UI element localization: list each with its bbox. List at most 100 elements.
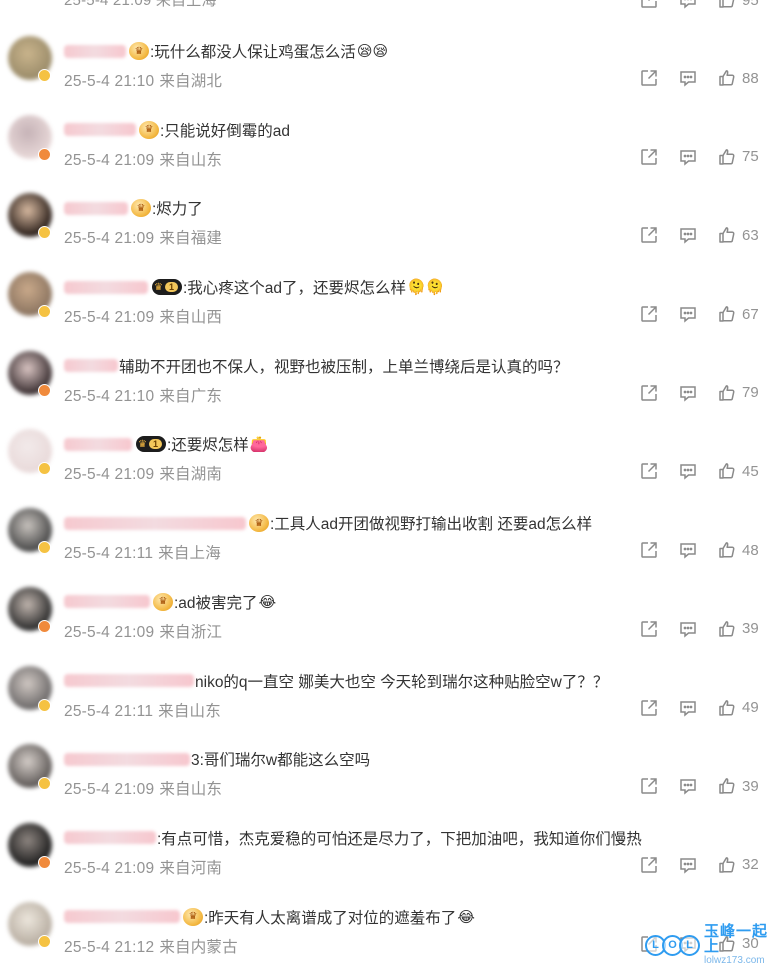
share-icon[interactable] — [640, 226, 658, 244]
like-count: 49 — [742, 699, 759, 716]
username-blurred[interactable] — [64, 595, 150, 609]
like-icon[interactable] — [718, 620, 736, 638]
share-icon[interactable] — [640, 699, 658, 717]
share-icon[interactable] — [640, 305, 658, 323]
username-blurred[interactable] — [64, 437, 132, 451]
comment-meta: 25-5-4 21:09 来自山东 — [64, 777, 222, 799]
comment-location: 来自上海 — [158, 545, 221, 563]
comment-meta: 25-5-4 21:12 来自内蒙古 — [64, 935, 238, 957]
vip-crown-icon: ♛ — [131, 199, 151, 218]
verified-badge-icon — [38, 383, 51, 397]
like-count: 63 — [742, 226, 759, 244]
username-blurred[interactable] — [64, 201, 128, 215]
comment-text: :烬力了 — [152, 201, 203, 219]
like-icon[interactable] — [718, 462, 736, 480]
username-blurred[interactable] — [64, 752, 190, 766]
comment-location: 来自山西 — [159, 309, 223, 327]
vip-crown-icon: ♛ — [183, 907, 203, 926]
comment-line: ♛ 1:还要烬怎样 👛 — [64, 432, 268, 456]
username-blurred[interactable] — [64, 123, 136, 137]
comment-location: 来自浙江 — [159, 623, 223, 641]
comment-icon[interactable] — [679, 384, 697, 402]
comment-time: 25-5-4 21:09 — [64, 781, 155, 799]
comment-icon[interactable] — [679, 620, 697, 638]
previous-comment-partial: 25-5-4 21:09 来自上海 95 — [0, 0, 781, 14]
like-icon[interactable] — [718, 856, 736, 874]
comment-icon[interactable] — [679, 777, 697, 795]
comment-item: 3:哥们瑞尔w都能这么空吗 25-5-4 21:09 来自山东 39 — [0, 741, 781, 820]
like-icon[interactable] — [718, 384, 736, 402]
comment-icon[interactable] — [679, 462, 697, 481]
comment-icon[interactable] — [679, 856, 697, 874]
like-icon[interactable] — [718, 305, 736, 323]
verified-badge-icon — [38, 305, 51, 319]
comment-location: 来自广东 — [159, 387, 223, 405]
comment-icon[interactable] — [679, 226, 697, 245]
comment-time: 25-5-4 21:09 — [64, 151, 155, 169]
comment-icon[interactable] — [679, 0, 697, 9]
comment-icon[interactable] — [679, 69, 697, 87]
comment-actions: 48 — [640, 541, 759, 559]
username-blurred[interactable] — [64, 280, 148, 294]
share-icon[interactable] — [640, 620, 658, 638]
share-icon[interactable] — [640, 69, 658, 87]
comment-time: 25-5-4 21:10 — [64, 73, 155, 90]
comment-time: 25-5-4 21:09 — [64, 466, 155, 484]
share-icon[interactable] — [640, 384, 658, 402]
like-count: 32 — [742, 856, 759, 874]
like-icon[interactable] — [718, 541, 736, 559]
share-icon[interactable] — [640, 856, 658, 874]
like-icon[interactable] — [718, 777, 736, 795]
comment-meta: 25-5-4 21:09 来自浙江 — [64, 620, 222, 642]
comment-actions: 88 — [640, 69, 759, 87]
vip-crown-icon: ♛ — [139, 120, 159, 139]
comment-location: 来自山东 — [159, 781, 223, 799]
username-blurred[interactable] — [64, 910, 180, 924]
verified-badge-icon — [38, 777, 51, 791]
verified-badge-icon — [38, 226, 51, 240]
comment-actions: 63 — [640, 226, 759, 245]
comment-location: 来自内蒙古 — [159, 938, 238, 956]
username-blurred[interactable] — [64, 44, 126, 58]
share-icon[interactable] — [640, 0, 658, 9]
comment-meta: 25-5-4 21:09 来自山西 — [64, 305, 222, 327]
watermark-url: lolwz173.com — [704, 955, 765, 966]
username-blurred[interactable] — [64, 674, 194, 687]
comment-line: niko的q一直空 娜美大也空 今天轮到瑞尔这种贴脸空w了？？ — [64, 669, 608, 693]
comment-icon[interactable] — [679, 148, 697, 166]
comment-icon[interactable] — [679, 699, 697, 717]
like-icon[interactable] — [718, 699, 736, 717]
comment-line: ♛:烬力了 — [64, 196, 203, 220]
comment-list: ♛:玩什么都没人保让鸡蛋怎么活 😪😪 25-5-4 21:10 来自湖北 88 ♛:只能说… — [0, 33, 781, 977]
username-blurred[interactable] — [64, 831, 156, 845]
emoji-icon: 👛 — [249, 436, 269, 454]
comment-line: ♛:玩什么都没人保让鸡蛋怎么活 😪😪 — [64, 39, 388, 63]
comment-icon[interactable] — [679, 305, 697, 323]
comment-icon[interactable] — [679, 541, 697, 559]
comment-time: 25-5-4 21:10 — [64, 387, 155, 405]
comment-actions: 45 — [640, 462, 759, 481]
comment-meta: 25-5-4 21:09 来自上海 — [64, 0, 217, 9]
comment-location: 来自福建 — [159, 230, 223, 248]
share-icon[interactable] — [640, 148, 658, 166]
comment-meta: 25-5-4 21:09 来自湖南 — [64, 462, 222, 484]
comment-location: 来自山东 — [159, 151, 223, 169]
comment-actions: 79 — [640, 384, 759, 402]
share-icon[interactable] — [640, 777, 658, 795]
comment-item: :有点可惜，杰克爱稳的可怕还是尽力了，下把加油吧，我知道你们慢热 25-5-4 2… — [0, 820, 781, 899]
comment-meta: 25-5-4 21:11 来自上海 — [64, 541, 221, 563]
share-icon[interactable] — [640, 462, 658, 480]
vip-crown-icon: ♛ — [153, 592, 173, 611]
like-icon[interactable] — [718, 148, 736, 166]
comment-actions: 39 — [640, 777, 759, 795]
like-icon[interactable] — [718, 0, 736, 9]
username-blurred[interactable] — [64, 516, 246, 530]
share-icon[interactable] — [640, 541, 658, 559]
comment-location: 来自河南 — [159, 859, 223, 877]
like-icon[interactable] — [718, 226, 736, 244]
emoji-icon: 😪😪 — [356, 43, 389, 60]
username-blurred[interactable] — [64, 359, 118, 373]
like-count: 79 — [742, 384, 759, 402]
like-icon[interactable] — [718, 69, 736, 87]
comment-text: niko的q一直空 娜美大也空 今天轮到瑞尔这种贴脸空w了？？ — [195, 673, 609, 691]
